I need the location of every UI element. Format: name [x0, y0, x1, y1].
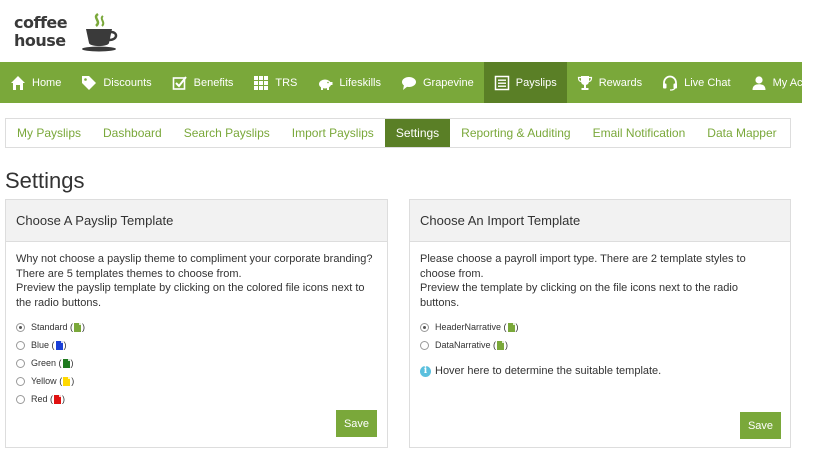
nav-label: My Account: [772, 76, 824, 89]
nav-item-payslips[interactable]: Payslips: [483, 62, 567, 103]
logo-text-line1: coffee: [14, 13, 68, 32]
option-green[interactable]: Green (): [16, 354, 377, 372]
radio-button[interactable]: [16, 340, 25, 350]
speech-bubble-icon: [401, 75, 417, 91]
panel-title: Choose An Import Template: [410, 200, 790, 242]
radio-button[interactable]: [420, 340, 429, 350]
tab-search-payslips[interactable]: Search Payslips: [173, 119, 281, 147]
option-yellow[interactable]: Yellow (): [16, 372, 377, 390]
nav-label: Benefits: [193, 76, 234, 89]
nav-item-trs[interactable]: TRS: [243, 62, 307, 103]
piggy-bank-icon: [317, 75, 333, 91]
user-icon: [751, 75, 767, 91]
nav-item-rewards[interactable]: Rewards: [567, 62, 652, 103]
list-icon: [494, 75, 510, 91]
grid-icon: [253, 75, 269, 91]
option-label: Green: [31, 357, 57, 368]
file-icon[interactable]: [497, 340, 505, 350]
nav-item-benefits[interactable]: Benefits: [162, 62, 244, 103]
hint-text: Hover here to determine the suitable tem…: [435, 365, 662, 377]
save-payslip-template-button[interactable]: Save: [336, 410, 377, 437]
tab-import-payslips[interactable]: Import Payslips: [281, 119, 385, 147]
file-icon[interactable]: [54, 394, 62, 404]
radio-button[interactable]: [16, 394, 25, 404]
file-icon[interactable]: [63, 376, 71, 386]
option-data-narrative[interactable]: DataNarrative (): [420, 336, 780, 354]
page-title: Settings: [5, 168, 85, 193]
tab-my-payslips[interactable]: My Payslips: [6, 119, 92, 147]
nav-label: TRS: [275, 76, 298, 89]
option-label: Red: [31, 393, 48, 404]
radio-button[interactable]: [16, 376, 25, 386]
panel-description: Why not choose a payslip theme to compli…: [16, 253, 373, 280]
option-standard[interactable]: Standard (): [16, 318, 377, 336]
radio-button[interactable]: [16, 322, 25, 332]
nav-label: Lifeskills: [339, 76, 381, 89]
radio-button[interactable]: [16, 358, 25, 368]
headset-icon: [662, 75, 678, 91]
nav-label: Live Chat: [684, 76, 731, 89]
tab-email-notification[interactable]: Email Notification: [582, 119, 697, 147]
panel-description: Please choose a payroll import type. The…: [420, 253, 746, 280]
nav-item-lifeskills[interactable]: Lifeskills: [307, 62, 391, 103]
tab-dashboard[interactable]: Dashboard: [92, 119, 173, 147]
import-template-panel: Choose An Import Template Please choose …: [409, 199, 791, 448]
home-icon: [10, 75, 26, 91]
file-icon[interactable]: [74, 322, 82, 332]
save-import-template-button[interactable]: Save: [740, 412, 781, 439]
option-label: HeaderNarrative: [435, 321, 502, 332]
file-icon[interactable]: [62, 358, 70, 368]
info-icon: i: [420, 365, 431, 377]
option-label: Yellow: [31, 375, 57, 386]
nav-item-grapevine[interactable]: Grapevine: [391, 62, 484, 103]
panel-body: Please choose a payroll import type. The…: [410, 242, 790, 379]
panel-body: Why not choose a payslip theme to compli…: [6, 242, 387, 408]
check-square-icon: [172, 75, 188, 91]
coffee-house-logo[interactable]: coffee house: [14, 12, 118, 56]
nav-item-my-account[interactable]: My Account: [741, 62, 824, 103]
nav-label: Payslips: [515, 76, 557, 89]
panel-title: Choose A Payslip Template: [6, 200, 387, 242]
template-hint[interactable]: i Hover here to determine the suitable t…: [420, 364, 780, 379]
main-nav: Home Discounts Benefits TRS Lifeskills G…: [0, 62, 824, 103]
payslips-subnav: My Payslips Dashboard Search Payslips Im…: [5, 118, 791, 148]
panel-instructions: Preview the template by clicking on the …: [420, 282, 738, 309]
nav-item-home[interactable]: Home: [0, 62, 71, 103]
tab-settings[interactable]: Settings: [384, 119, 451, 147]
option-label: Standard: [31, 321, 68, 332]
option-blue[interactable]: Blue (): [16, 336, 377, 354]
coffee-cup-icon: [82, 12, 118, 52]
tab-reporting-auditing[interactable]: Reporting & Auditing: [450, 119, 581, 147]
option-label: DataNarrative: [435, 339, 491, 350]
nav-label: Rewards: [598, 76, 643, 89]
file-icon[interactable]: [507, 322, 515, 332]
payslip-theme-options: Standard () Blue () Green () Yellow () R…: [16, 318, 377, 408]
nav-label: Home: [32, 76, 62, 89]
logo-text-line2: house: [14, 31, 66, 50]
option-label: Blue: [31, 339, 50, 350]
payslip-template-panel: Choose A Payslip Template Why not choose…: [5, 199, 388, 448]
radio-button[interactable]: [420, 322, 429, 332]
option-red[interactable]: Red (): [16, 390, 377, 408]
panel-instructions: Preview the payslip template by clicking…: [16, 282, 365, 309]
tab-data-mapper[interactable]: Data Mapper: [696, 119, 787, 147]
tag-icon: [81, 75, 97, 91]
file-icon[interactable]: [55, 340, 63, 350]
nav-item-live-chat[interactable]: Live Chat: [652, 62, 740, 103]
import-type-options: HeaderNarrative () DataNarrative (): [420, 318, 780, 354]
nav-item-discounts[interactable]: Discounts: [71, 62, 161, 103]
trophy-icon: [577, 75, 593, 91]
nav-label: Discounts: [103, 76, 152, 89]
option-header-narrative[interactable]: HeaderNarrative (): [420, 318, 780, 336]
nav-label: Grapevine: [422, 76, 474, 89]
